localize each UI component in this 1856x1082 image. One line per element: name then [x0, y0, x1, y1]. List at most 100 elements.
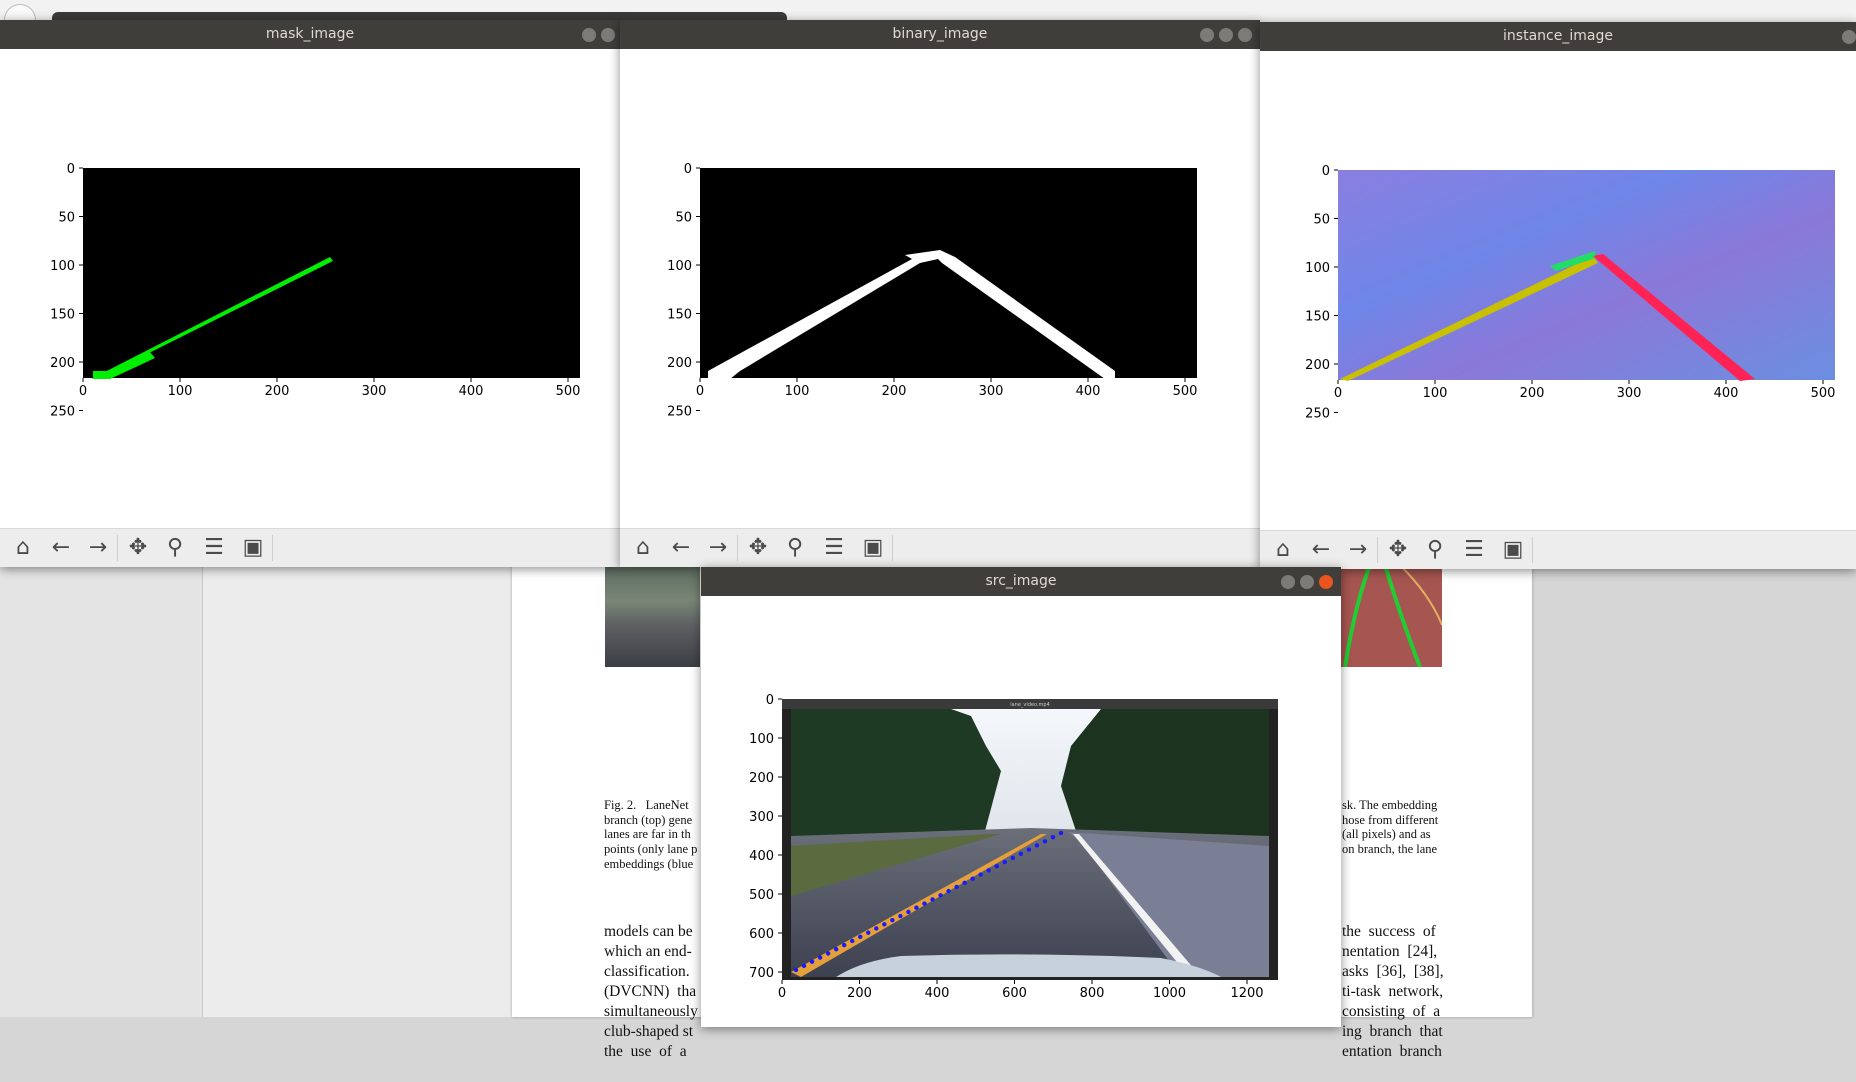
window-title: src_image	[985, 573, 1057, 589]
y-axis: 0 50 100 150 200 250	[667, 162, 700, 420]
src-plot: lane_video.mp4 0 200 400 600 800 1000 1200 0 10…	[749, 693, 1278, 1001]
maximize-button[interactable]	[1300, 575, 1314, 589]
mask-plot: 0 100 200 300 400 500 0 50 100 150 200 250	[50, 162, 580, 420]
lane-fit-point	[930, 897, 935, 902]
zoom-icon[interactable]: ⚲	[160, 533, 190, 563]
forward-arrow-icon[interactable]: →	[1343, 535, 1373, 565]
y-axis-tick-label: 0	[1322, 164, 1330, 179]
close-button[interactable]	[1238, 28, 1252, 42]
maximize-button[interactable]	[1219, 28, 1233, 42]
src-image-window[interactable]: src_image lane_video.mp4 0 200 400 600 800 10…	[701, 567, 1341, 1027]
window-titlebar[interactable]: binary_image	[620, 20, 1260, 49]
minimize-button[interactable]	[1842, 30, 1856, 44]
configure-subplots-icon[interactable]: ☰	[819, 533, 849, 563]
maximize-button[interactable]	[601, 28, 615, 42]
lane-fit-point	[833, 947, 839, 952]
x-axis-tick-label: 800	[1080, 986, 1105, 1001]
x-axis-tick-label: 300	[1617, 386, 1642, 401]
x-axis: 0 200 400 600 800 1000 1200	[778, 980, 1264, 1001]
x-axis: 0 100 200 300 400 500	[696, 378, 1198, 399]
lane-fit-point	[994, 864, 999, 869]
lane-fit-point	[1010, 855, 1016, 861]
pdf-sidebar	[0, 560, 202, 1017]
close-button[interactable]	[1319, 575, 1333, 589]
lane-fit-point	[809, 959, 815, 964]
x-axis-tick-label: 200	[847, 986, 872, 1001]
lane-fit-point	[898, 913, 903, 919]
lane-fit-point	[970, 876, 975, 881]
minimize-button[interactable]	[1200, 28, 1214, 42]
window-title: binary_image	[892, 26, 988, 42]
x-axis-tick-label: 400	[1076, 384, 1101, 399]
y-axis: 0 50 100 150 200 250	[1305, 164, 1338, 422]
video-title: lane_video.mp4	[1010, 702, 1050, 708]
x-axis-tick-label: 300	[979, 384, 1004, 399]
y-axis-tick-label: 150	[50, 308, 75, 323]
y-axis-tick-label: 250	[667, 405, 692, 420]
lane-fit-point	[1050, 834, 1056, 840]
lane-fit-point	[1034, 843, 1040, 848]
x-axis-tick-label: 100	[1423, 386, 1448, 401]
window-titlebar[interactable]: mask_image	[0, 20, 620, 49]
back-arrow-icon[interactable]: ←	[666, 533, 696, 563]
back-arrow-icon[interactable]: ←	[1306, 535, 1336, 565]
y-axis-tick-label: 50	[675, 211, 692, 226]
binary-image-window[interactable]: binary_image 0 100 200 300 400 500 0 50 100 150 2…	[620, 20, 1260, 567]
toolbar-separator	[737, 535, 738, 561]
home-icon[interactable]: ⌂	[8, 533, 38, 563]
lane-fit-point	[1042, 839, 1048, 844]
pan-icon[interactable]: ✥	[123, 533, 153, 563]
window-titlebar[interactable]: src_image	[701, 567, 1341, 596]
minimize-button[interactable]	[1281, 575, 1295, 589]
x-axis-tick-label: 0	[1334, 386, 1342, 401]
instance-image-window[interactable]: instance_image 0 100 200 300 400 500 0 50 100 15…	[1260, 22, 1856, 569]
lane-fit-point	[1026, 847, 1032, 852]
toolbar-separator	[1532, 537, 1533, 563]
save-icon[interactable]: ▣	[858, 533, 888, 563]
lane-fit-point	[890, 917, 895, 923]
lane-fit-point	[946, 888, 951, 894]
toolbar-separator	[117, 535, 118, 561]
y-axis-tick-label: 100	[749, 732, 774, 747]
lane-fit-point	[866, 930, 871, 935]
y-axis-tick-label: 100	[667, 259, 692, 274]
x-axis-tick-label: 100	[785, 384, 810, 399]
lane-fit-point	[825, 951, 831, 956]
y-axis-tick-label: 200	[1305, 358, 1330, 373]
figure-caption-left: Fig. 2. LaneNet branch (top) gene lanes ar…	[604, 798, 698, 871]
window-titlebar[interactable]: instance_image	[1260, 22, 1856, 51]
toolbar-separator	[892, 535, 893, 561]
lane-fit-point	[962, 880, 967, 886]
mask-image-window[interactable]: mask_image 0 100 200 300 400 500 0 50 100 150 200…	[0, 20, 620, 567]
minimize-button[interactable]	[582, 28, 596, 42]
zoom-icon[interactable]: ⚲	[780, 533, 810, 563]
y-axis-tick-label: 0	[684, 162, 692, 177]
body-text-left: models can be which an end-classification…	[604, 923, 698, 1060]
lane-fit-point	[978, 872, 983, 877]
plot-toolbar: ⌂ ← → ✥ ⚲ ☰ ▣	[1260, 530, 1856, 569]
pan-icon[interactable]: ✥	[1383, 535, 1413, 565]
y-axis-tick-label: 0	[766, 693, 774, 708]
pan-icon[interactable]: ✥	[743, 533, 773, 563]
home-icon[interactable]: ⌂	[628, 533, 658, 563]
x-axis-tick-label: 500	[1173, 384, 1198, 399]
configure-subplots-icon[interactable]: ☰	[1459, 535, 1489, 565]
lane-fit-point	[906, 909, 911, 915]
zoom-icon[interactable]: ⚲	[1420, 535, 1450, 565]
back-arrow-icon[interactable]: ←	[46, 533, 76, 563]
x-axis-tick-label: 200	[882, 384, 907, 399]
home-icon[interactable]: ⌂	[1268, 535, 1298, 565]
body-text-right: the success of nentation [24], asks [36], …	[1342, 923, 1444, 1060]
forward-arrow-icon[interactable]: →	[703, 533, 733, 563]
lane-fit-point	[817, 955, 823, 960]
mask-lane-segment	[93, 371, 111, 379]
save-icon[interactable]: ▣	[1498, 535, 1528, 565]
lane-fit-point	[1002, 859, 1007, 865]
forward-arrow-icon[interactable]: →	[83, 533, 113, 563]
trees-right	[1061, 709, 1269, 846]
configure-subplots-icon[interactable]: ☰	[199, 533, 229, 563]
lane-fit-point	[801, 963, 807, 969]
x-axis-tick-label: 0	[778, 986, 786, 1001]
lane-fit-point	[858, 934, 863, 939]
save-icon[interactable]: ▣	[238, 533, 268, 563]
